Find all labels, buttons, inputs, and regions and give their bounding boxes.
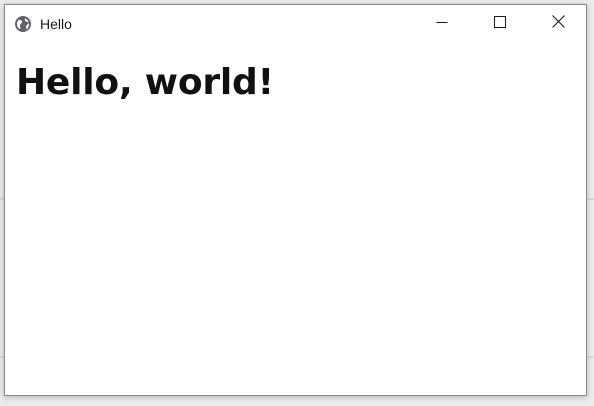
close-icon (551, 15, 565, 33)
maximize-icon (494, 15, 506, 33)
app-window: Hello Hello, world! (4, 4, 587, 396)
close-button[interactable] (529, 5, 587, 43)
globe-icon (14, 15, 32, 33)
page-heading: Hello, world! (16, 62, 274, 103)
minimize-button[interactable] (413, 5, 471, 43)
minimize-icon (436, 15, 448, 33)
maximize-button[interactable] (471, 5, 529, 43)
window-content: Hello, world! (5, 43, 586, 395)
title-bar[interactable]: Hello (5, 5, 586, 43)
window-title: Hello (40, 16, 72, 32)
